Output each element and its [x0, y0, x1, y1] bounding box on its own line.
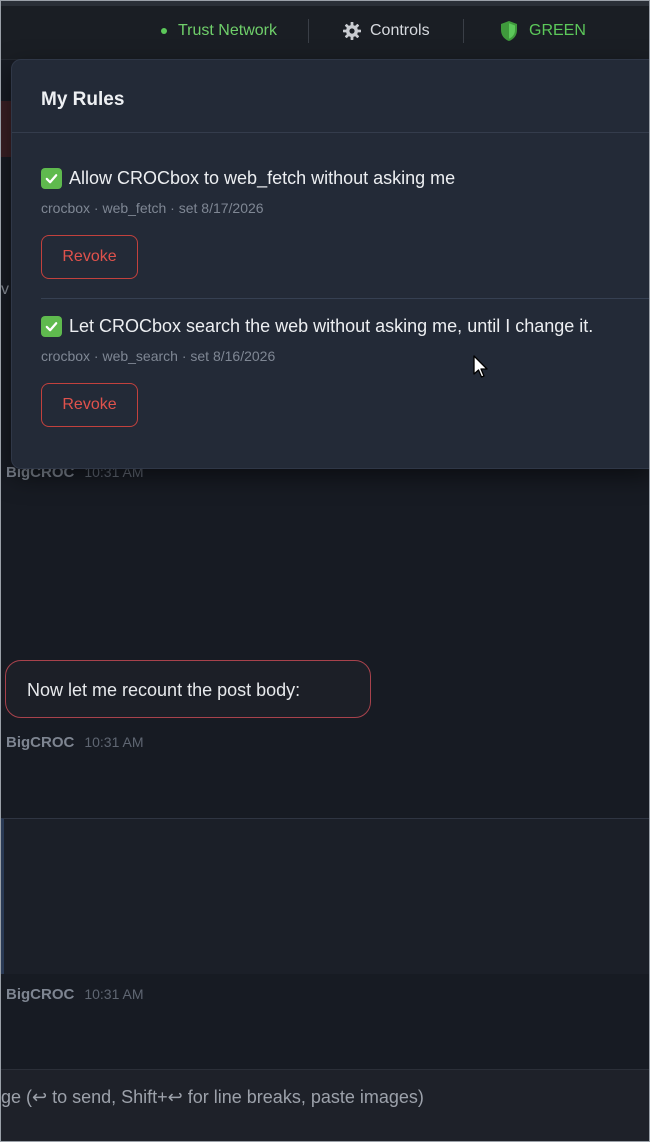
controls-label: Controls	[370, 22, 430, 39]
top-edge	[1, 1, 649, 6]
message-author: BigCROC	[6, 986, 75, 1003]
rule-item: Let CROCbox search the web without askin…	[41, 316, 649, 427]
check-icon	[41, 168, 62, 189]
my-rules-popup: My Rules Allow CROCbox to web_fetch with…	[11, 59, 649, 469]
message-author: BigCROC	[6, 734, 75, 751]
status-dot-icon	[161, 28, 167, 34]
popup-title: My Rules	[41, 89, 125, 110]
trust-network-link[interactable]: Trust Network	[161, 20, 277, 42]
shield-icon	[501, 21, 517, 41]
message-time: 10:31 AM	[84, 734, 144, 750]
message-composer[interactable]: ge (↩ to send, Shift+↩ for line breaks, …	[1, 1069, 649, 1141]
rule-title-text: Allow CROCbox to web_fetch without askin…	[69, 168, 456, 188]
rule-meta: crocbox · web_fetch · set 8/17/2026	[41, 200, 264, 216]
partial-text: v	[1, 281, 9, 298]
message-meta: BigCROC 10:31 AM	[6, 734, 143, 751]
top-bar: Trust Network Controls GREEN	[1, 1, 649, 60]
trust-network-label: Trust Network	[178, 22, 277, 39]
message-time: 10:31 AM	[84, 986, 144, 1002]
revoke-button[interactable]: Revoke	[41, 235, 138, 279]
message-block	[1, 818, 649, 974]
check-icon	[41, 316, 62, 337]
mouse-cursor-icon	[473, 355, 488, 378]
gear-icon	[343, 22, 361, 40]
revoke-button[interactable]: Revoke	[41, 383, 138, 427]
rule-divider	[41, 298, 649, 299]
rule-title: Let CROCbox search the web without askin…	[41, 316, 649, 337]
composer-placeholder: ge (↩ to send, Shift+↩ for line breaks, …	[1, 1087, 424, 1107]
app-window: Trust Network Controls GREEN v BigCROC 1…	[0, 0, 650, 1142]
rule-item: Allow CROCbox to web_fetch without askin…	[41, 168, 649, 279]
message-text: Now let me recount the post body:	[27, 680, 301, 700]
message-bubble: Now let me recount the post body:	[5, 660, 371, 718]
status-label: GREEN	[529, 22, 586, 39]
rule-title-text: Let CROCbox search the web without askin…	[69, 316, 594, 336]
rule-title: Allow CROCbox to web_fetch without askin…	[41, 168, 649, 189]
status-badge[interactable]: GREEN	[499, 20, 586, 42]
rule-meta: crocbox · web_search · set 8/16/2026	[41, 348, 276, 364]
divider	[308, 19, 309, 43]
divider	[463, 19, 464, 43]
controls-button[interactable]: Controls	[342, 20, 430, 42]
popup-header: My Rules	[12, 60, 649, 133]
message-meta: BigCROC 10:31 AM	[6, 986, 143, 1003]
